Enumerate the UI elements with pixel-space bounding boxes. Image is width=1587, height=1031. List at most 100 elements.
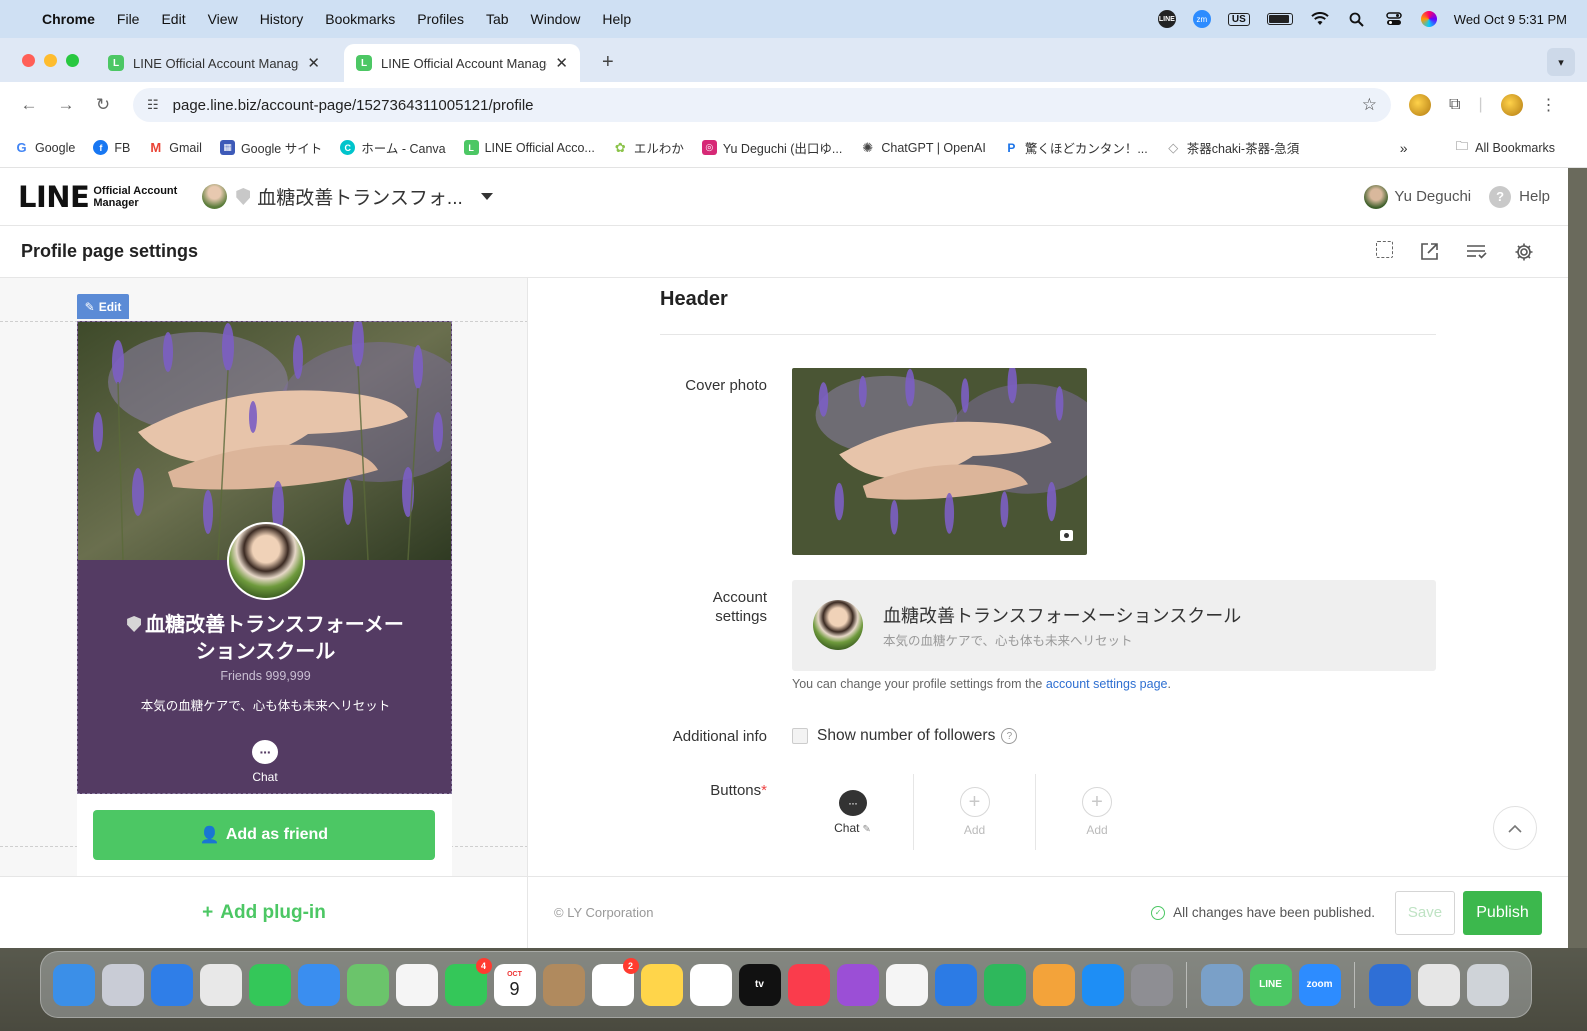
dock-messages-icon[interactable] [248,963,291,1006]
dock-tv-icon[interactable]: tv [738,963,781,1006]
wifi-icon[interactable] [1310,11,1330,27]
menu-window[interactable]: Window [531,11,581,27]
external-link-icon[interactable] [1419,241,1440,262]
question-help-icon[interactable]: ? [1001,728,1018,744]
line-logo[interactable]: LINE [18,180,90,214]
bookmark-star-icon[interactable]: ☆ [1362,95,1377,115]
siri-icon[interactable] [1420,11,1437,27]
bookmark-google-sites[interactable]: ▦ Google サイト [219,138,322,157]
preview-chat-button[interactable]: ··· Chat [238,740,292,784]
bookmark-gmail[interactable]: M Gmail [148,140,202,155]
bookmark-chaki[interactable]: ◇ 茶器chaki-茶器-急須 [1166,138,1299,157]
new-tab-button[interactable]: + [602,51,614,74]
control-center-icon[interactable] [1384,11,1404,27]
bookmark-instagram[interactable]: ◎ Yu Deguchi (出口ゆ... [701,138,842,157]
bookmark-kantan[interactable]: P 驚くほどカンタン！... [1004,138,1147,157]
tab-search-chevron-icon[interactable]: ▾ [1547,48,1575,76]
dock-trash-icon[interactable] [1466,963,1509,1006]
spotlight-search-icon[interactable] [1347,11,1367,27]
dock-news-icon[interactable] [885,963,928,1006]
layout-frame-icon[interactable] [1376,241,1393,258]
profile-header-preview[interactable]: 血糖改善トランスフォーメーションスクール Friends 999,999 本気の… [77,321,452,794]
scroll-to-top-button[interactable] [1493,806,1537,850]
bookmark-chatgpt[interactable]: ✺ ChatGPT | OpenAI [860,140,985,155]
dock-line-icon[interactable]: LINE [1249,963,1292,1006]
publish-button[interactable]: Publish [1463,890,1542,935]
close-tab-icon[interactable]: ✕ [555,54,568,72]
show-followers-label[interactable]: Show number of followers [817,727,995,745]
dock-system-settings-icon[interactable] [1130,963,1173,1006]
close-window-button[interactable] [22,54,35,67]
bookmark-eruwaka[interactable]: ✿ エルわか [613,138,684,157]
cover-photo-uploader[interactable] [792,368,1087,555]
dock-launchpad-icon[interactable] [101,963,144,1006]
button-slot-add-3[interactable]: + Add [1036,774,1158,850]
dock-mail-icon[interactable] [297,963,340,1006]
dock-pages-icon[interactable] [1032,963,1075,1006]
menu-view[interactable]: View [208,11,238,27]
show-followers-checkbox[interactable] [792,728,808,744]
bookmark-google[interactable]: G Google [14,140,75,155]
forward-arrow-icon[interactable]: → [51,95,81,115]
menu-app-chrome[interactable]: Chrome [42,11,95,27]
site-info-icon[interactable]: ☷ [147,97,159,113]
dock-safari-icon[interactable] [150,963,193,1006]
save-button[interactable]: Save [1395,890,1455,935]
account-avatar[interactable] [202,184,228,209]
button-slot-add-2[interactable]: + Add [914,774,1036,850]
zoom-menubar-icon[interactable]: zm [1192,10,1211,28]
help-link[interactable]: Help [1519,188,1550,205]
reorder-list-icon[interactable] [1466,241,1487,262]
extensions-puzzle-icon[interactable]: ⧉ [1449,96,1460,114]
account-switcher-name[interactable]: 血糖改善トランスフォ... [257,183,462,210]
line-menubar-icon[interactable]: LINE [1157,10,1176,28]
user-avatar[interactable] [1364,184,1389,209]
browser-tab-1[interactable]: L LINE Official Account Manager ✕ [96,44,332,82]
menu-help[interactable]: Help [602,11,631,27]
dock-music-icon[interactable] [787,963,830,1006]
reload-icon[interactable]: ↻ [88,95,118,115]
dock-preview-icon[interactable] [1200,963,1243,1006]
bookmark-line-official[interactable]: L LINE Official Acco... [463,140,595,155]
close-tab-icon[interactable]: ✕ [307,54,320,72]
profile-avatar-icon[interactable] [1500,94,1523,116]
menu-bookmarks[interactable]: Bookmarks [325,11,395,27]
extension-icon[interactable] [1409,94,1431,116]
dock-chrome-icon[interactable] [199,963,242,1006]
back-arrow-icon[interactable]: ← [14,95,44,115]
dock-reminders-icon[interactable]: 2 [591,957,639,1006]
add-as-friend-button[interactable]: 👤 Add as friend [93,810,435,860]
bookmark-canva[interactable]: C ホーム - Canva [340,138,446,157]
zoom-window-button[interactable] [66,54,79,67]
dock-zoom-icon[interactable]: zoom [1298,963,1341,1006]
battery-icon[interactable] [1266,13,1293,25]
settings-gear-icon[interactable] [1513,241,1534,262]
menu-edit[interactable]: Edit [161,11,185,27]
dock-podcasts-icon[interactable] [836,963,879,1006]
chrome-menu-icon[interactable]: ⋮ [1541,95,1557,115]
dock-notes-icon[interactable] [640,963,683,1006]
button-slot-chat[interactable]: ··· Chat ✎ [792,774,914,850]
dock-network-globe-icon[interactable] [1368,963,1411,1006]
minimize-window-button[interactable] [44,54,57,67]
help-icon[interactable]: ? [1489,185,1512,208]
dock-app-store-icon[interactable] [1081,963,1124,1006]
dock-photos-icon[interactable] [395,963,438,1006]
add-plugin-button[interactable]: + Add plug-in [0,876,527,948]
browser-tab-2-active[interactable]: L LINE Official Account Manager ✕ [344,44,580,82]
camera-icon[interactable] [1060,530,1073,541]
pencil-icon[interactable]: ✎ [862,824,870,835]
dock-facetime-icon[interactable]: 4 [444,957,492,1006]
bookmark-fb[interactable]: f FB [93,140,130,155]
dock-jpeg-file-icon[interactable] [1417,963,1460,1006]
dock-numbers-icon[interactable] [983,963,1026,1006]
more-bookmarks-chevron-icon[interactable]: » [1400,140,1408,156]
dock-finder-icon[interactable] [52,963,95,1006]
user-name[interactable]: Yu Deguchi [1394,188,1471,205]
dock-calendar-icon[interactable]: OCT 9 [493,963,536,1006]
caret-down-icon[interactable] [480,193,493,200]
dock-freeform-icon[interactable] [689,963,732,1006]
menu-profiles[interactable]: Profiles [417,11,464,27]
account-settings-page-link[interactable]: account settings page [1046,677,1168,691]
menu-file[interactable]: File [117,11,140,27]
